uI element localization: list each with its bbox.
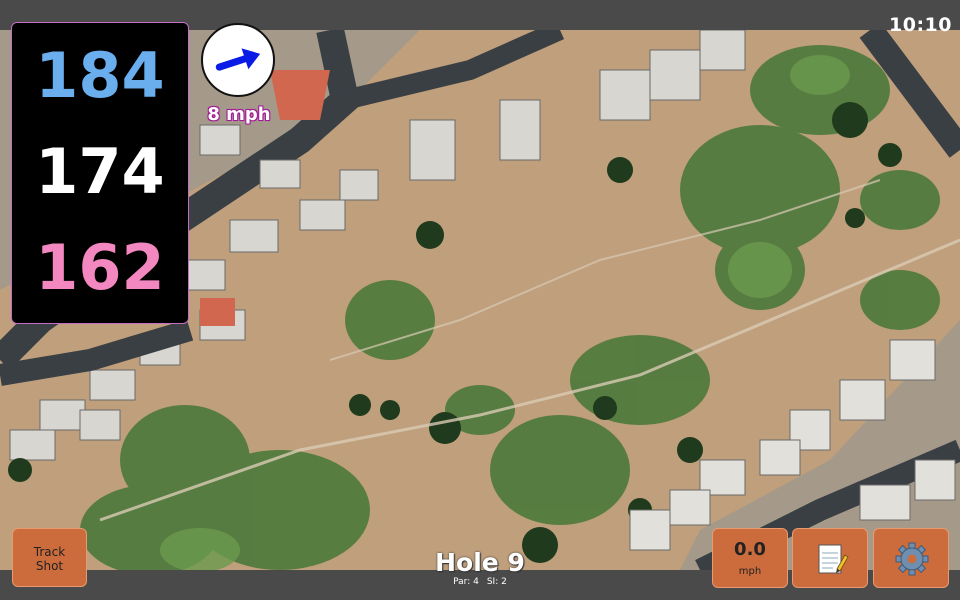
back-distance: 184 — [35, 39, 165, 112]
status-time: 10:10 — [889, 14, 952, 36]
speed-value: 0.0 — [734, 539, 766, 560]
speed-button[interactable]: 0.0 mph — [712, 528, 788, 588]
hole-par: Par: 4 — [453, 577, 479, 587]
notepad-icon — [818, 544, 849, 574]
wind-indicator — [201, 23, 275, 97]
track-shot-button[interactable]: Track Shot — [12, 528, 87, 587]
wind-speed: 8 mph — [207, 104, 271, 125]
middle-distance: 174 — [35, 135, 165, 208]
arrow-right-icon — [215, 48, 261, 71]
gear-icon — [895, 542, 929, 576]
front-distance: 162 — [35, 231, 165, 304]
notes-button[interactable] — [792, 528, 868, 588]
hole-info: Par: 4 SI: 2 — [380, 577, 580, 587]
hole-title: Hole 9 — [435, 548, 525, 577]
track-shot-label: Track Shot — [33, 545, 66, 573]
distance-panel: 184 174 162 — [11, 22, 189, 324]
hole-si: SI: 2 — [486, 577, 507, 587]
speed-unit: mph — [738, 566, 762, 577]
settings-button[interactable] — [873, 528, 949, 588]
